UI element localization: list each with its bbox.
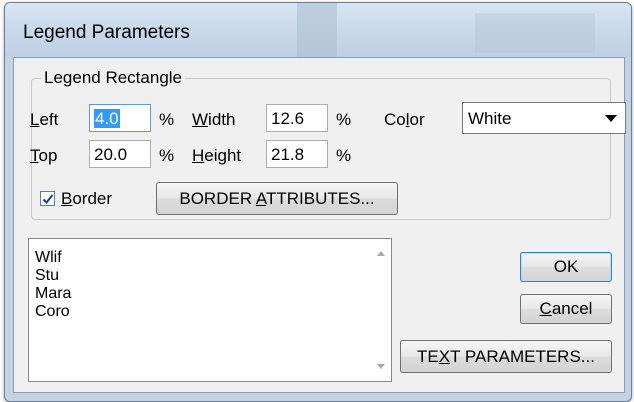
scroll-up-arrow-icon[interactable] (377, 251, 385, 256)
checkmark-icon (42, 194, 54, 204)
width-input[interactable]: 12.6 (266, 104, 328, 132)
top-unit: % (159, 146, 175, 165)
ok-button[interactable]: OK (520, 252, 612, 282)
list-item[interactable]: Coro (35, 303, 70, 321)
listbox-scrollbar[interactable] (371, 239, 391, 381)
background-blur (297, 3, 337, 57)
height-label: Height (192, 146, 242, 165)
top-label: Top (30, 146, 58, 165)
cancel-button[interactable]: Cancel (520, 294, 612, 324)
list-item[interactable]: Mara (35, 285, 71, 303)
width-label: Width (192, 110, 236, 129)
title-bar[interactable]: Legend Parameters (5, 3, 631, 57)
top-input[interactable]: 20.0 (89, 140, 151, 168)
color-value: White (468, 109, 512, 128)
group-title: Legend Rectangle (41, 68, 186, 88)
border-checkbox[interactable] (40, 191, 55, 206)
legend-parameters-dialog: Legend Parameters Legend Rectangle Left … (4, 2, 632, 402)
color-dropdown[interactable]: White (462, 102, 626, 134)
width-unit: % (336, 110, 352, 129)
dropdown-arrow-icon (605, 115, 617, 122)
left-unit: % (159, 110, 175, 129)
color-label: Color (384, 110, 425, 129)
text-parameters-button[interactable]: TEXT PARAMETERS... (400, 340, 612, 373)
series-listbox[interactable]: Wlif Stu Mara Coro (28, 238, 392, 382)
border-label: Border (61, 189, 113, 208)
list-item[interactable]: Wlif (35, 249, 62, 267)
left-label: Left (30, 110, 59, 129)
height-input[interactable]: 21.8 (266, 140, 328, 168)
list-item[interactable]: Stu (35, 267, 59, 285)
window-title: Legend Parameters (23, 22, 190, 43)
background-blur (475, 13, 595, 53)
scroll-down-arrow-icon[interactable] (377, 364, 385, 369)
dialog-client-area: Legend Rectangle Left 4.0 % Width 12.6 %… (13, 57, 626, 393)
left-input[interactable]: 4.0 (89, 104, 151, 132)
border-attributes-button[interactable]: BORDER ATTRIBUTES... (156, 182, 398, 215)
height-unit: % (336, 146, 352, 165)
